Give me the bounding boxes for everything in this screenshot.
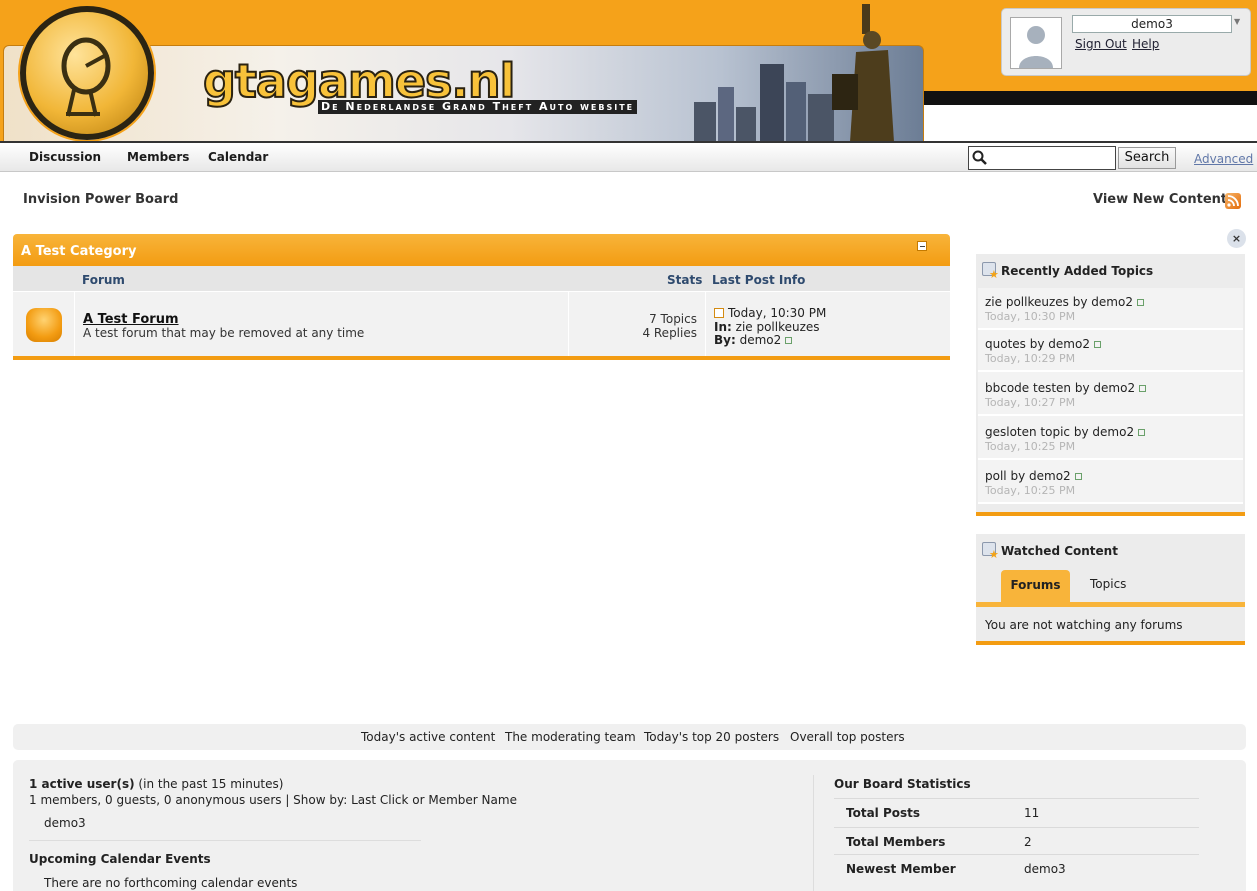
- user-card-icon[interactable]: [785, 337, 793, 344]
- avatar[interactable]: [1010, 17, 1062, 69]
- site-name: gtagames.nl: [202, 54, 516, 108]
- active-user-link[interactable]: demo3: [44, 816, 86, 830]
- user-card-icon[interactable]: [1074, 473, 1082, 480]
- primary-nav: Discussion Members Calendar Search Advan…: [0, 143, 1257, 172]
- stat-label: Newest Member: [846, 862, 956, 876]
- watched-empty-message: You are not watching any forums: [985, 618, 1183, 632]
- board-links-bar: Today's active content The moderating te…: [13, 724, 1246, 750]
- column-stats: Stats: [667, 273, 703, 287]
- calendar-empty-message: There are no forthcoming calendar events: [44, 876, 298, 890]
- active-users-heading: 1 active user(s) (in the past 15 minutes…: [29, 777, 284, 791]
- topic-link[interactable]: zie pollkeuzes: [985, 295, 1069, 309]
- stat-value: 2: [1024, 835, 1032, 849]
- topic-time: Today, 10:27 PM: [985, 396, 1076, 409]
- user-link[interactable]: demo2: [1092, 425, 1134, 439]
- collapse-icon[interactable]: [917, 241, 927, 251]
- tab-calendar[interactable]: Calendar: [208, 150, 268, 164]
- star-icon: ★: [989, 548, 999, 561]
- topic-time: Today, 10:30 PM: [985, 310, 1076, 323]
- search-button[interactable]: Search: [1118, 147, 1176, 169]
- forum-reply-count: 4 Replies: [642, 326, 697, 340]
- topic-link[interactable]: gesloten topic: [985, 425, 1070, 439]
- column-forum: Forum: [82, 273, 125, 287]
- topic-link[interactable]: poll: [985, 469, 1007, 483]
- active-content-link[interactable]: Today's active content: [361, 730, 495, 744]
- user-link[interactable]: demo2: [1048, 337, 1090, 351]
- chevron-down-icon[interactable]: ▼: [1234, 17, 1240, 26]
- help-link[interactable]: Help: [1132, 37, 1159, 51]
- list-item: quotes by demo2 Today, 10:29 PM: [978, 330, 1243, 372]
- search-icon: [972, 150, 987, 165]
- calendar-events-heading: Upcoming Calendar Events: [29, 852, 211, 866]
- last-post-icon[interactable]: [714, 308, 724, 318]
- user-card-icon[interactable]: [1136, 299, 1144, 306]
- forum-title-link[interactable]: A Test Forum: [83, 312, 179, 327]
- board-stats-panel: 1 active user(s) (in the past 15 minutes…: [13, 760, 1246, 891]
- overall-top-posters-link[interactable]: Overall top posters: [790, 730, 905, 744]
- active-users-breakdown: 1 members, 0 guests, 0 anonymous users |…: [29, 793, 517, 807]
- user-card-icon[interactable]: [1139, 385, 1147, 392]
- stat-label: Total Members: [846, 835, 946, 849]
- category-header: A Test Category: [13, 234, 950, 266]
- close-sidebar-button[interactable]: ×: [1227, 229, 1246, 248]
- last-post-topic-link[interactable]: zie pollkeuzes: [736, 320, 820, 334]
- user-link[interactable]: demo2: [1093, 381, 1135, 395]
- newest-member-link[interactable]: demo3: [1024, 862, 1066, 876]
- topic-link[interactable]: bbcode testen: [985, 381, 1071, 395]
- forum-description: A test forum that may be removed at any …: [83, 326, 365, 340]
- tab-discussion[interactable]: Discussion: [29, 150, 101, 164]
- stat-label: Total Posts: [846, 806, 921, 820]
- user-card-icon[interactable]: [1138, 429, 1146, 436]
- category-title[interactable]: A Test Category: [21, 244, 137, 259]
- username-menu[interactable]: demo3: [1072, 15, 1232, 33]
- category-table: A Test Category Forum Stats Last Post In…: [13, 234, 950, 360]
- last-post-time: Today, 10:30 PM: [728, 306, 827, 320]
- user-link[interactable]: demo2: [1029, 469, 1071, 483]
- topic-link[interactable]: quotes: [985, 337, 1026, 351]
- tab-topics[interactable]: Topics: [1090, 577, 1126, 591]
- list-item: zie pollkeuzes by demo2 Today, 10:30 PM: [978, 288, 1243, 330]
- column-last-post: Last Post Info: [712, 273, 806, 287]
- tab-members[interactable]: Members: [127, 150, 189, 164]
- star-icon: ★: [989, 268, 999, 281]
- board-stats-heading: Our Board Statistics: [834, 777, 971, 791]
- advanced-search-link[interactable]: Advanced: [1194, 152, 1253, 166]
- search-input[interactable]: [968, 146, 1116, 170]
- tab-forums[interactable]: Forums: [1001, 570, 1070, 602]
- topic-time: Today, 10:25 PM: [985, 484, 1076, 497]
- last-post-topic: In: zie pollkeuzes: [714, 320, 820, 334]
- watched-tabs: Forums Topics: [976, 568, 1245, 602]
- site-logo[interactable]: [20, 6, 154, 140]
- recent-topics-box: ★ Recently Added Topics zie pollkeuzes b…: [976, 254, 1245, 516]
- list-item: gesloten topic by demo2 Today, 10:25 PM: [978, 416, 1243, 460]
- last-post-author-link[interactable]: demo2: [740, 333, 782, 347]
- forum-status-icon[interactable]: [26, 308, 62, 342]
- top-20-posters-link[interactable]: Today's top 20 posters: [644, 730, 779, 744]
- sign-out-link[interactable]: Sign Out: [1075, 37, 1127, 51]
- user-link[interactable]: demo2: [1091, 295, 1133, 309]
- breadcrumb[interactable]: Invision Power Board: [23, 192, 178, 207]
- forum-row: A Test Forum A test forum that may be re…: [13, 292, 950, 356]
- stat-value: 11: [1024, 806, 1040, 820]
- list-item: poll by demo2 Today, 10:25 PM: [978, 460, 1243, 504]
- statue-illustration: [832, 4, 894, 142]
- forum-topic-count: 7 Topics: [649, 312, 697, 326]
- topic-time: Today, 10:25 PM: [985, 440, 1076, 453]
- stat-row: Total Members 2: [834, 827, 1199, 855]
- view-new-content-link[interactable]: View New Content: [1093, 192, 1227, 207]
- site-tagline: De Nederlandse Grand Theft Auto website: [318, 100, 638, 114]
- category-columns: Forum Stats Last Post Info: [13, 266, 950, 292]
- stat-row: Newest Member demo3: [834, 854, 1199, 882]
- stat-row: Total Posts 11: [834, 798, 1199, 826]
- topic-time: Today, 10:29 PM: [985, 352, 1076, 365]
- moderating-team-link[interactable]: The moderating team: [505, 730, 636, 744]
- recent-topics-title: Recently Added Topics: [1001, 264, 1154, 278]
- last-post-author: By: demo2: [714, 333, 793, 347]
- user-panel: demo3 ▼ Sign Out Help: [1001, 8, 1251, 76]
- user-card-icon[interactable]: [1093, 341, 1101, 348]
- watched-content-box: ★ Watched Content Forums Topics You are …: [976, 534, 1245, 645]
- list-item: bbcode testen by demo2 Today, 10:27 PM: [978, 372, 1243, 416]
- watched-content-title: Watched Content: [1001, 544, 1118, 558]
- rss-icon[interactable]: [1225, 193, 1241, 209]
